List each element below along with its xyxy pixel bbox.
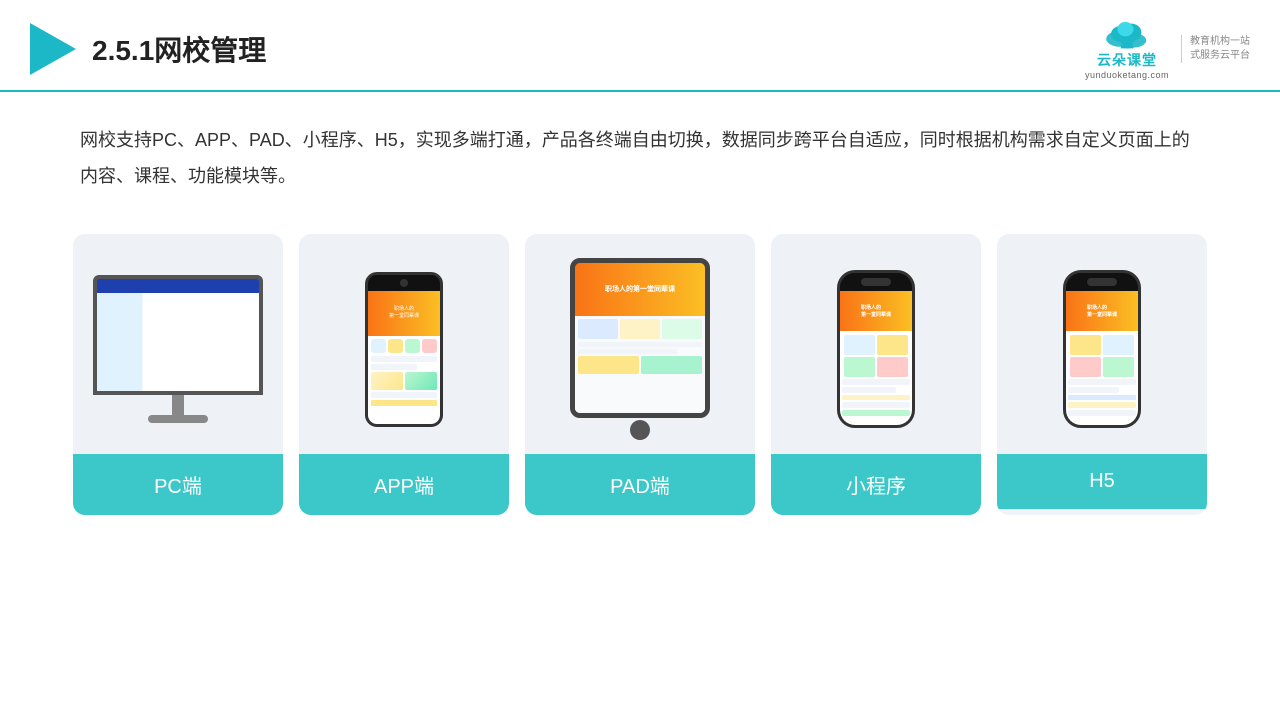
description-content: 网校支持PC、APP、PAD、小程序、H5，实现多端打通，产品各终端自由切换，数… — [80, 130, 1190, 186]
description-text: 网校支持PC、APP、PAD、小程序、H5，实现多端打通，产品各终端自由切换，数… — [0, 92, 1280, 214]
logo-sub-text: yunduoketang.com — [1085, 70, 1169, 80]
header-left: 2.5.1网校管理 — [30, 23, 266, 75]
card-app-image: 职场人的第一堂同辈课 — [299, 234, 509, 454]
platform-cards: PC端 职场人的第一堂同辈课 — [0, 214, 1280, 545]
tablet-icon: 职场人的第一堂同辈课 — [570, 258, 710, 440]
card-miniprogram-label: 小程序 — [771, 454, 981, 515]
miniprogram-phone-icon: 职场人的第一堂同辈课 — [837, 270, 915, 428]
h5-phone-icon: 职场人的第一堂同辈课 — [1063, 270, 1141, 428]
card-app: 职场人的第一堂同辈课 — [299, 234, 509, 515]
logo-main-text: 云朵课堂 — [1097, 50, 1157, 70]
pc-monitor-icon — [91, 275, 266, 423]
card-pc-label: PC端 — [73, 454, 283, 515]
card-h5-image: 职场人的第一堂同辈课 — [997, 234, 1207, 454]
page-title: 2.5.1网校管理 — [92, 29, 266, 69]
cloud-logo: 云朵课堂 yunduoketang.com — [1085, 18, 1169, 80]
card-h5-label: H5 — [997, 454, 1207, 509]
logo-slogan: 教育机构一站 式服务云平台 — [1181, 35, 1250, 63]
card-miniprogram-image: 职场人的第一堂同辈课 — [771, 234, 981, 454]
card-pad-image: 职场人的第一堂同辈课 — [525, 234, 755, 454]
card-miniprogram: 职场人的第一堂同辈课 — [771, 234, 981, 515]
header-right: 云朵课堂 yunduoketang.com 教育机构一站 式服务云平台 — [1085, 18, 1250, 80]
app-phone-icon: 职场人的第一堂同辈课 — [365, 272, 443, 427]
cloud-icon — [1103, 18, 1151, 50]
card-pad-label: PAD端 — [525, 454, 755, 515]
card-app-label: APP端 — [299, 454, 509, 515]
header: 2.5.1网校管理 云朵课堂 yunduoketang.com 教育机构一站 式… — [0, 0, 1280, 92]
brand-triangle-icon — [30, 23, 76, 75]
card-pc-image — [73, 234, 283, 454]
card-pc: PC端 — [73, 234, 283, 515]
slogan-line2: 式服务云平台 — [1190, 49, 1250, 63]
card-h5: 职场人的第一堂同辈课 — [997, 234, 1207, 515]
slogan-line1: 教育机构一站 — [1190, 35, 1250, 49]
card-pad: 职场人的第一堂同辈课 — [525, 234, 755, 515]
